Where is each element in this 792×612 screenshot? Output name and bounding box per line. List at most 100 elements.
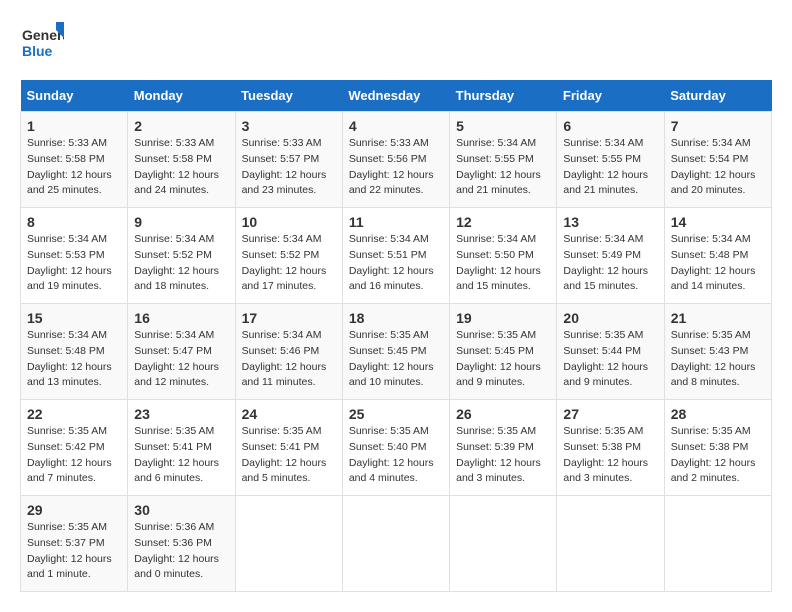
day-info: Sunrise: 5:34 AM Sunset: 5:55 PM Dayligh… [563,136,657,199]
day-info: Sunrise: 5:35 AM Sunset: 5:44 PM Dayligh… [563,328,657,391]
day-info: Sunrise: 5:36 AM Sunset: 5:36 PM Dayligh… [134,520,228,583]
calendar-cell: 11 Sunrise: 5:34 AM Sunset: 5:51 PM Dayli… [342,208,449,304]
page-header: General Blue [20,20,772,64]
day-info: Sunrise: 5:33 AM Sunset: 5:56 PM Dayligh… [349,136,443,199]
day-info: Sunrise: 5:35 AM Sunset: 5:45 PM Dayligh… [349,328,443,391]
calendar-cell: 5 Sunrise: 5:34 AM Sunset: 5:55 PM Daylig… [450,112,557,208]
day-number: 19 [456,310,550,326]
calendar-cell: 12 Sunrise: 5:34 AM Sunset: 5:50 PM Dayli… [450,208,557,304]
day-info: Sunrise: 5:35 AM Sunset: 5:43 PM Dayligh… [671,328,765,391]
day-number: 17 [242,310,336,326]
calendar-cell: 26 Sunrise: 5:35 AM Sunset: 5:39 PM Dayli… [450,400,557,496]
day-info: Sunrise: 5:34 AM Sunset: 5:46 PM Dayligh… [242,328,336,391]
day-number: 21 [671,310,765,326]
column-header-friday: Friday [557,80,664,112]
logo: General Blue [20,20,64,64]
day-info: Sunrise: 5:33 AM Sunset: 5:58 PM Dayligh… [27,136,121,199]
calendar-cell: 14Sunrise: 5:34 AM Sunset: 5:48 PM Dayli… [664,208,771,304]
calendar-cell: 8 Sunrise: 5:34 AM Sunset: 5:53 PM Daylig… [21,208,128,304]
day-number: 28 [671,406,765,422]
svg-text:Blue: Blue [22,43,53,59]
day-info: Sunrise: 5:35 AM Sunset: 5:41 PM Dayligh… [134,424,228,487]
calendar-cell: 28 Sunrise: 5:35 AM Sunset: 5:38 PM Dayli… [664,400,771,496]
calendar-cell: 3 Sunrise: 5:33 AM Sunset: 5:57 PM Daylig… [235,112,342,208]
day-info: Sunrise: 5:35 AM Sunset: 5:41 PM Dayligh… [242,424,336,487]
day-info: Sunrise: 5:35 AM Sunset: 5:38 PM Dayligh… [563,424,657,487]
day-info: Sunrise: 5:35 AM Sunset: 5:42 PM Dayligh… [27,424,121,487]
day-info: Sunrise: 5:33 AM Sunset: 5:58 PM Dayligh… [134,136,228,199]
calendar-cell: 27 Sunrise: 5:35 AM Sunset: 5:38 PM Dayli… [557,400,664,496]
day-number: 25 [349,406,443,422]
calendar-cell: 1 Sunrise: 5:33 AM Sunset: 5:58 PM Daylig… [21,112,128,208]
day-info: Sunrise: 5:34 AM Sunset: 5:54 PM Dayligh… [671,136,765,199]
day-number: 13 [563,214,657,230]
calendar-cell: 24 Sunrise: 5:35 AM Sunset: 5:41 PM Dayli… [235,400,342,496]
calendar-cell: 30 Sunrise: 5:36 AM Sunset: 5:36 PM Dayli… [128,496,235,592]
day-number: 3 [242,118,336,134]
column-header-saturday: Saturday [664,80,771,112]
calendar-cell: 21 Sunrise: 5:35 AM Sunset: 5:43 PM Dayli… [664,304,771,400]
day-number: 6 [563,118,657,134]
day-info: Sunrise: 5:35 AM Sunset: 5:39 PM Dayligh… [456,424,550,487]
day-info: Sunrise: 5:34 AM Sunset: 5:49 PM Dayligh… [563,232,657,295]
calendar-table: SundayMondayTuesdayWednesdayThursdayFrid… [20,80,772,592]
logo-svg: General Blue [20,20,64,64]
day-number: 15 [27,310,121,326]
column-header-wednesday: Wednesday [342,80,449,112]
day-info: Sunrise: 5:34 AM Sunset: 5:51 PM Dayligh… [349,232,443,295]
column-header-thursday: Thursday [450,80,557,112]
day-number: 30 [134,502,228,518]
day-info: Sunrise: 5:34 AM Sunset: 5:55 PM Dayligh… [456,136,550,199]
week-row-2: 8 Sunrise: 5:34 AM Sunset: 5:53 PM Daylig… [21,208,772,304]
week-row-4: 22 Sunrise: 5:35 AM Sunset: 5:42 PM Dayli… [21,400,772,496]
calendar-cell: 13 Sunrise: 5:34 AM Sunset: 5:49 PM Dayli… [557,208,664,304]
day-number: 4 [349,118,443,134]
calendar-cell: 29Sunrise: 5:35 AM Sunset: 5:37 PM Dayli… [21,496,128,592]
calendar-cell: 22 Sunrise: 5:35 AM Sunset: 5:42 PM Dayli… [21,400,128,496]
column-header-monday: Monday [128,80,235,112]
column-header-tuesday: Tuesday [235,80,342,112]
day-number: 24 [242,406,336,422]
day-info: Sunrise: 5:34 AM Sunset: 5:53 PM Dayligh… [27,232,121,295]
day-number: 22 [27,406,121,422]
calendar-cell: 9 Sunrise: 5:34 AM Sunset: 5:52 PM Daylig… [128,208,235,304]
week-row-3: 15Sunrise: 5:34 AM Sunset: 5:48 PM Dayli… [21,304,772,400]
day-info: Sunrise: 5:34 AM Sunset: 5:50 PM Dayligh… [456,232,550,295]
day-number: 23 [134,406,228,422]
calendar-cell [557,496,664,592]
calendar-cell: 19Sunrise: 5:35 AM Sunset: 5:45 PM Dayli… [450,304,557,400]
day-number: 7 [671,118,765,134]
day-number: 16 [134,310,228,326]
day-info: Sunrise: 5:33 AM Sunset: 5:57 PM Dayligh… [242,136,336,199]
day-number: 8 [27,214,121,230]
calendar-cell: 16 Sunrise: 5:34 AM Sunset: 5:47 PM Dayli… [128,304,235,400]
day-number: 10 [242,214,336,230]
day-number: 26 [456,406,550,422]
calendar-cell: 15Sunrise: 5:34 AM Sunset: 5:48 PM Dayli… [21,304,128,400]
calendar-cell: 10 Sunrise: 5:34 AM Sunset: 5:52 PM Dayli… [235,208,342,304]
day-number: 12 [456,214,550,230]
calendar-cell: 23 Sunrise: 5:35 AM Sunset: 5:41 PM Dayli… [128,400,235,496]
calendar-cell: 2 Sunrise: 5:33 AM Sunset: 5:58 PM Daylig… [128,112,235,208]
day-info: Sunrise: 5:35 AM Sunset: 5:37 PM Dayligh… [27,520,121,583]
day-number: 1 [27,118,121,134]
day-number: 2 [134,118,228,134]
calendar-cell: 25 Sunrise: 5:35 AM Sunset: 5:40 PM Dayli… [342,400,449,496]
calendar-cell: 4 Sunrise: 5:33 AM Sunset: 5:56 PM Daylig… [342,112,449,208]
day-number: 5 [456,118,550,134]
week-row-5: 29Sunrise: 5:35 AM Sunset: 5:37 PM Dayli… [21,496,772,592]
day-info: Sunrise: 5:34 AM Sunset: 5:52 PM Dayligh… [134,232,228,295]
day-info: Sunrise: 5:34 AM Sunset: 5:47 PM Dayligh… [134,328,228,391]
calendar-cell [235,496,342,592]
day-info: Sunrise: 5:35 AM Sunset: 5:40 PM Dayligh… [349,424,443,487]
calendar-cell: 6 Sunrise: 5:34 AM Sunset: 5:55 PM Daylig… [557,112,664,208]
calendar-cell [450,496,557,592]
calendar-cell [664,496,771,592]
day-number: 27 [563,406,657,422]
calendar-cell [342,496,449,592]
column-header-sunday: Sunday [21,80,128,112]
day-number: 11 [349,214,443,230]
day-number: 9 [134,214,228,230]
day-info: Sunrise: 5:34 AM Sunset: 5:52 PM Dayligh… [242,232,336,295]
day-info: Sunrise: 5:35 AM Sunset: 5:38 PM Dayligh… [671,424,765,487]
